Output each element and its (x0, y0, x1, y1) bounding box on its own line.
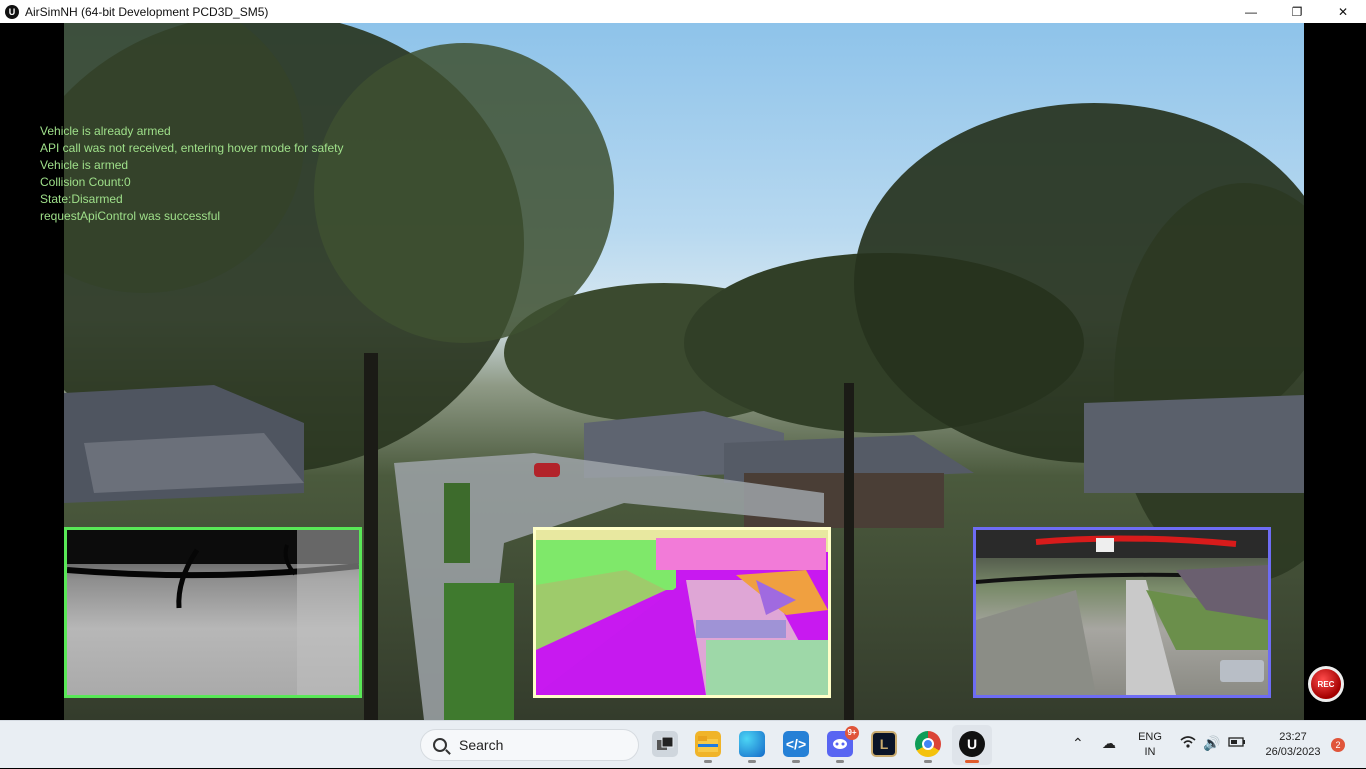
log-line: API call was not received, entering hove… (40, 141, 344, 155)
log-line: requestApiControl was successful (40, 209, 221, 223)
language-code: ENG (1138, 731, 1162, 743)
taskbar-search[interactable]: Search (420, 729, 639, 761)
unreal-engine-icon: U (5, 4, 19, 19)
record-button[interactable]: REC (1308, 666, 1344, 702)
segmentation-image (536, 530, 828, 695)
minimize-icon[interactable]: — (1228, 0, 1274, 23)
unreal-engine-icon[interactable]: U (959, 731, 985, 763)
windows-taskbar: Search </> 9+ L U ⌃ ☁ ENG IN 🔊 23:27 26/… (0, 720, 1366, 768)
system-clock[interactable]: 23:27 26/03/2023 (1256, 721, 1330, 769)
notification-badge[interactable]: 2 (1331, 738, 1345, 752)
window-titlebar: U AirSimNH (64-bit Development PCD3D_SM5… (0, 0, 1366, 23)
language-region: IN (1144, 746, 1156, 758)
status-log: Vehicle is already armed API call was no… (40, 123, 344, 225)
league-of-legends-icon[interactable]: L (871, 731, 897, 757)
battery-icon[interactable] (1228, 735, 1246, 751)
log-line: State:Disarmed (40, 192, 123, 206)
search-icon (433, 738, 447, 752)
scene-camera-subwindow (973, 527, 1271, 698)
clock-time: 23:27 (1279, 731, 1307, 743)
language-indicator[interactable]: ENG IN (1136, 721, 1164, 769)
clock-date: 26/03/2023 (1265, 746, 1321, 758)
log-line: Collision Count:0 (40, 175, 131, 189)
depth-camera-subwindow (64, 527, 362, 698)
close-icon[interactable]: ✕ (1320, 0, 1366, 23)
windows-start-icon[interactable] (383, 733, 407, 757)
log-line: Vehicle is already armed (40, 124, 171, 138)
simulation-viewport[interactable]: Vehicle is already armed API call was no… (0, 23, 1366, 720)
segmentation-camera-subwindow (533, 527, 831, 698)
task-view-icon[interactable] (652, 731, 678, 757)
discord-icon[interactable]: 9+ (827, 726, 859, 763)
log-line: Vehicle is armed (40, 158, 129, 172)
depth-image (67, 530, 359, 695)
chevron-up-icon[interactable]: ⌃ (1072, 735, 1084, 752)
search-label: Search (459, 737, 504, 753)
maximize-icon[interactable]: ❐ (1274, 0, 1320, 23)
volume-icon[interactable]: 🔊 (1203, 735, 1220, 752)
file-explorer-icon[interactable] (695, 731, 721, 763)
window-title: AirSimNH (64-bit Development PCD3D_SM5) (25, 4, 269, 19)
edge-icon[interactable] (739, 731, 765, 763)
window-controls: — ❐ ✕ (1228, 0, 1366, 23)
onedrive-cloud-icon[interactable]: ☁ (1102, 735, 1116, 752)
wifi-icon[interactable] (1180, 735, 1196, 752)
chrome-icon[interactable] (915, 731, 941, 763)
vscode-icon[interactable]: </> (783, 731, 809, 763)
downward-scene-image (976, 530, 1268, 695)
discord-notification-badge: 9+ (845, 726, 859, 740)
